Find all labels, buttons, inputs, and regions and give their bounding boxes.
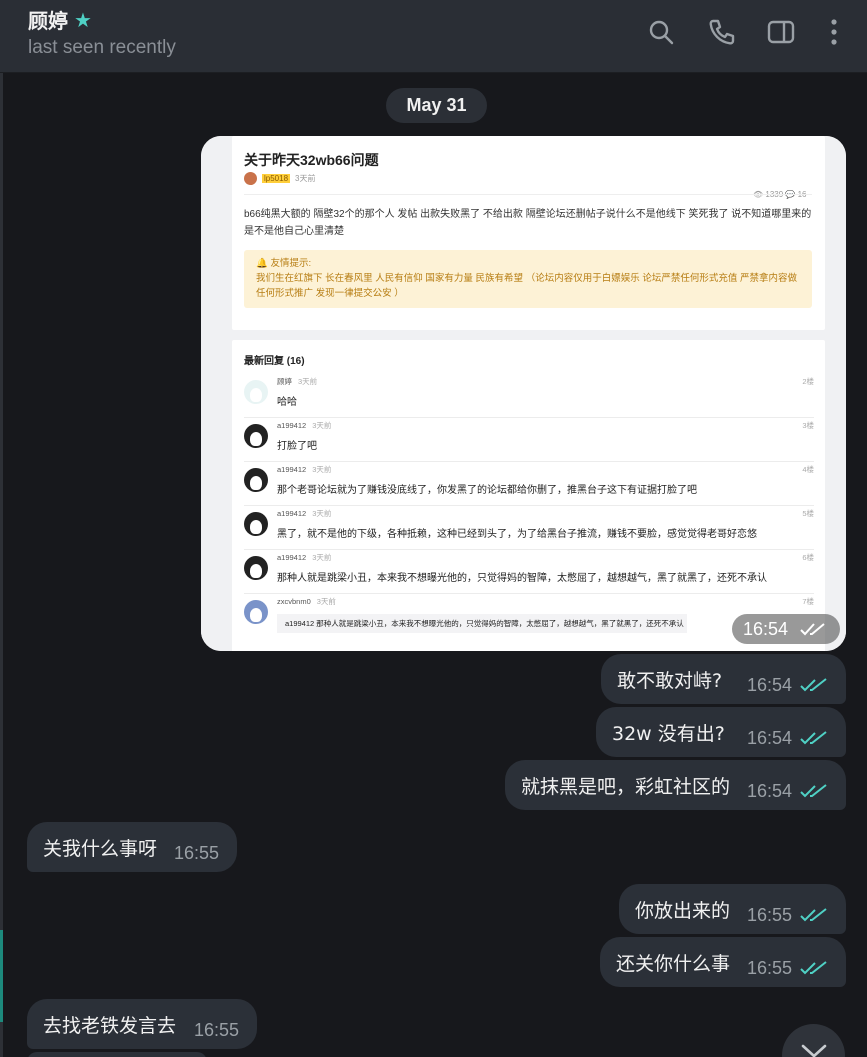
reply-floor: 3楼 <box>802 421 814 430</box>
penguin-avatar <box>244 556 268 580</box>
message-text: 敢不敢对峙? <box>617 669 723 692</box>
double-check-icon <box>800 908 827 922</box>
left-accent <box>0 930 3 1022</box>
message-text: 你放出来的 <box>635 899 731 922</box>
reply-ago: 3天前 <box>316 597 336 606</box>
incoming-message[interactable]: 去找老铁发言去 16:55 <box>27 999 257 1049</box>
reply-quote: a199412 那种人就是跳梁小丑，本来我不想曝光他的，只觉得妈的智障，太憋屈了… <box>277 614 687 633</box>
reply-avatar <box>244 380 268 404</box>
message-text: 就抹黑是吧，彩虹社区的 <box>521 775 731 798</box>
double-check-icon <box>800 623 825 636</box>
sidebar-toggle-icon[interactable] <box>767 18 795 46</box>
reply-item: a199412 3天前 4楼 那个老哥论坛就为了赚钱没底线了，你发黑了的论坛都给你… <box>244 462 814 506</box>
outgoing-message[interactable]: 就抹黑是吧，彩虹社区的 16:54 <box>505 760 846 810</box>
incoming-message-partial <box>27 1052 207 1057</box>
message-time: 16:55 <box>173 842 219 863</box>
outgoing-message[interactable]: 还关你什么事 16:55 <box>600 937 846 987</box>
reply-user: 顾婷 <box>277 377 292 386</box>
message-text: 去找老铁发言去 <box>43 1014 177 1037</box>
contact-name-text: 顾婷 <box>28 9 68 33</box>
author-avatar <box>244 172 257 185</box>
reply-user: a199412 <box>277 509 307 518</box>
double-check-icon <box>800 731 827 745</box>
reply-item: 顾婷 3天前 2楼 哈哈 <box>244 374 814 418</box>
reply-text: 那个老哥论坛就为了赚钱没底线了，你发黑了的论坛都给你删了，推黑台子这下有证据打脸… <box>277 485 697 496</box>
replies-header: 最新回复 (16) <box>244 356 305 367</box>
incoming-message[interactable]: 关我什么事呀 16:55 <box>27 822 237 872</box>
double-check-icon <box>800 961 827 975</box>
message-text: 还关你什么事 <box>616 952 731 975</box>
double-check-icon <box>800 784 827 798</box>
reply-floor: 2楼 <box>802 377 814 386</box>
outgoing-message[interactable]: 32w 没有出? 16:54 <box>596 707 846 757</box>
reply-text: 哈哈 <box>277 397 297 408</box>
double-check-icon <box>800 678 827 692</box>
reply-floor: 5楼 <box>802 509 814 518</box>
message-time: 16:54 <box>746 727 792 748</box>
contact-status: last seen recently <box>28 37 176 58</box>
reply-ago: 3天前 <box>298 377 318 386</box>
reply-text: 黑了，就不是他的下级，各种抵赖，这种已经到头了，为了给黑台子推流，赚钱不要脸，感… <box>277 529 757 540</box>
reply-text: 打脸了吧 <box>277 441 317 452</box>
reply-avatar <box>244 600 268 624</box>
left-divider <box>0 73 3 1057</box>
author-badge: lp5018 <box>262 174 291 183</box>
post-ago: 3天前 <box>295 174 316 183</box>
message-time: 16:55 <box>193 1019 239 1040</box>
scroll-to-bottom-button[interactable] <box>782 1024 845 1057</box>
reply-text: 那种人就是跳梁小丑，本来我不想曝光他的，只觉得妈的智障，太憋屈了，越想越气，黑了… <box>277 573 767 584</box>
reply-ago: 3天前 <box>312 465 332 474</box>
reply-floor: 4楼 <box>802 465 814 474</box>
reply-ago: 3天前 <box>312 509 332 518</box>
reply-item: a199412 3天前 6楼 那种人就是跳梁小丑，本来我不想曝光他的，只觉得妈的智… <box>244 550 814 594</box>
photo-message[interactable]: 关于昨天32wb66问题 lp5018 3天前 👁 1339 💬 16 b66纯… <box>201 136 846 651</box>
phone-icon[interactable] <box>708 18 736 46</box>
message-time: 16:54 <box>746 780 792 801</box>
photo-time-text: 16:54 <box>743 618 789 639</box>
penguin-avatar <box>244 424 268 448</box>
reply-ago: 3天前 <box>312 553 332 562</box>
search-icon[interactable] <box>647 18 675 46</box>
more-vertical-icon[interactable] <box>820 18 848 46</box>
reply-user: a199412 <box>277 421 307 430</box>
notice-body: 我们生在红旗下 长在春风里 人民有信仰 国家有力量 民族有希望 （论坛内容仅用于… <box>256 273 797 299</box>
reply-item: a199412 3天前 3楼 打脸了吧 <box>244 418 814 462</box>
message-time: 16:54 <box>746 674 792 695</box>
penguin-avatar <box>244 512 268 536</box>
star-icon: ★ <box>74 7 92 32</box>
reply-user: zxcvbnm0 <box>277 597 311 606</box>
message-text: 关我什么事呀 <box>43 837 158 860</box>
reply-ago: 3天前 <box>312 421 332 430</box>
post-divider <box>244 194 812 195</box>
contact-name[interactable]: 顾婷 ★ <box>28 5 92 34</box>
notice-box: 🔔 友情提示: 我们生在红旗下 长在春风里 人民有信仰 国家有力量 民族有希望 … <box>244 250 812 308</box>
post-body: b66纯黑大额的 隔壁32个的那个人 发帖 出款失败黑了 不给出款 隔壁论坛还删… <box>244 209 812 237</box>
message-time: 16:55 <box>746 904 792 925</box>
reply-user: a199412 <box>277 465 307 474</box>
reply-floor: 7楼 <box>802 597 814 606</box>
chat-header: 顾婷 ★ last seen recently <box>0 0 867 73</box>
outgoing-message[interactable]: 敢不敢对峙? 16:54 <box>601 654 846 704</box>
notice-title: 🔔 友情提示: <box>256 258 312 269</box>
date-separator: May 31 <box>386 88 487 123</box>
outgoing-message[interactable]: 你放出来的 16:55 <box>619 884 846 934</box>
message-time: 16:55 <box>746 957 792 978</box>
forum-screenshot: 关于昨天32wb66问题 lp5018 3天前 👁 1339 💬 16 b66纯… <box>201 136 846 651</box>
post-meta: lp5018 3天前 <box>244 172 315 185</box>
photo-timestamp: 16:54 <box>732 614 840 644</box>
reply-item: a199412 3天前 5楼 黑了，就不是他的下级，各种抵赖，这种已经到头了，为了… <box>244 506 814 550</box>
chevron-down-icon <box>801 1044 826 1057</box>
reply-user: a199412 <box>277 553 307 562</box>
reply-floor: 6楼 <box>802 553 814 562</box>
post-title: 关于昨天32wb66问题 <box>244 152 379 168</box>
penguin-avatar <box>244 468 268 492</box>
message-text: 32w 没有出? <box>612 722 725 745</box>
reply-item: zxcvbnm0 3天前 7楼 a199412 那种人就是跳梁小丑，本来我不想曝光… <box>244 594 814 638</box>
